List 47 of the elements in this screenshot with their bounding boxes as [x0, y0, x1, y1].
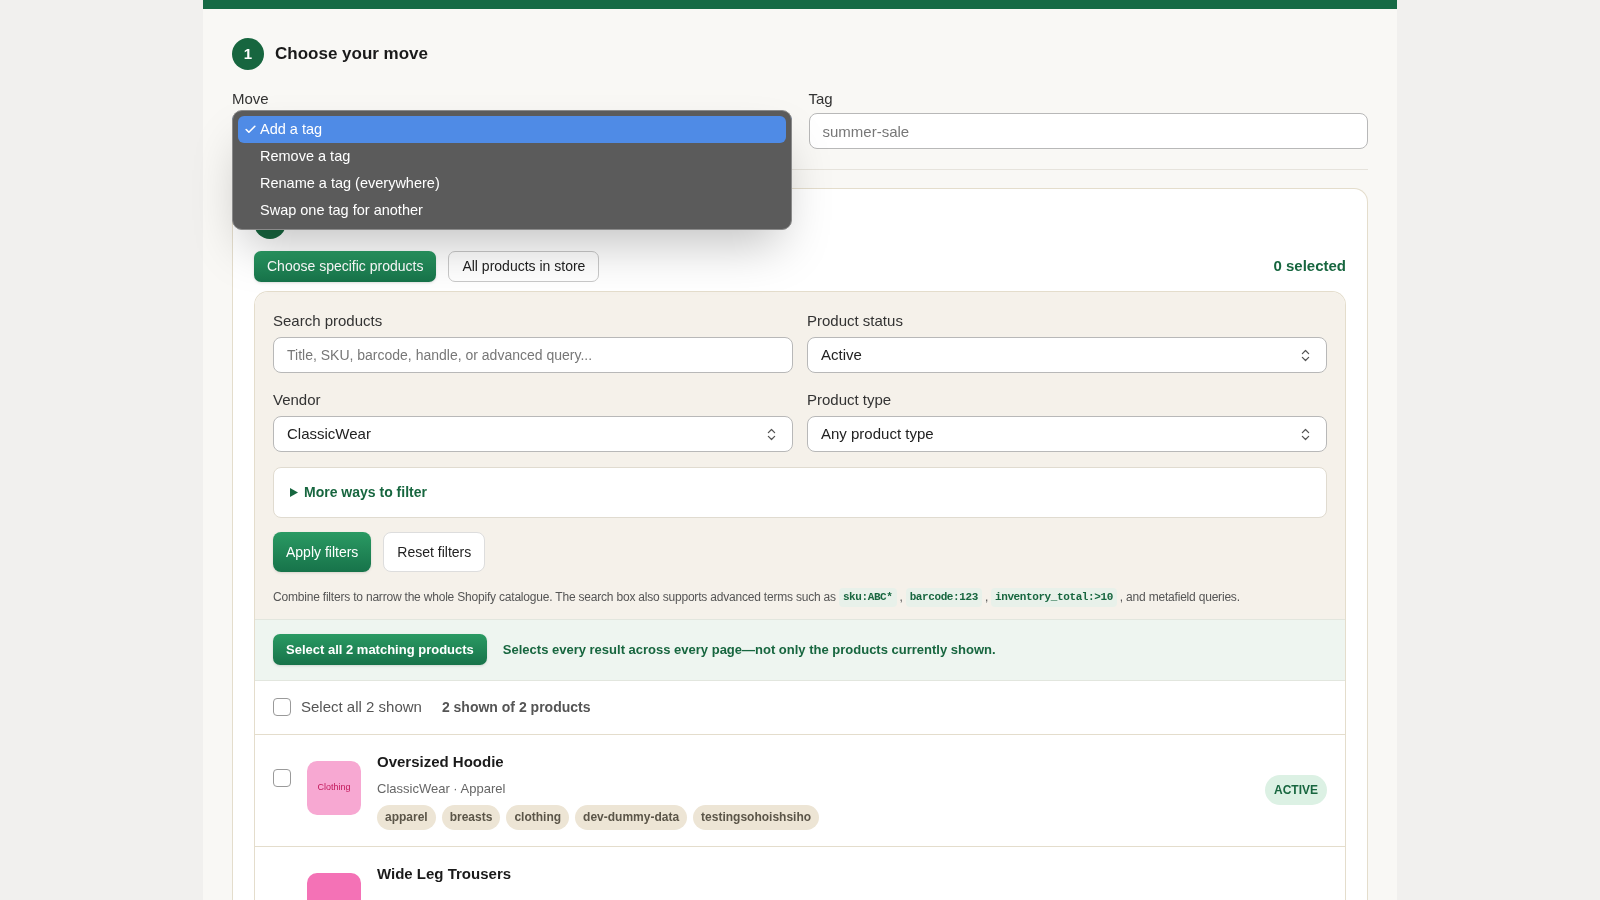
- field-label: Product type: [807, 391, 893, 409]
- menu-option[interactable]: Rename a tag (everywhere): [238, 170, 786, 197]
- menu-option[interactable]: Swap one tag for another: [238, 197, 786, 224]
- select-all-label: Select all 2 shown: [301, 696, 422, 717]
- bulk-note: Selects every result across every page—not only the products currently shown.: [502, 640, 996, 659]
- tag-field[interactable]: summer-sale: [808, 113, 1368, 149]
- search-field[interactable]: Title, SKU, barcode, handle, or advanced query...: [273, 337, 793, 373]
- menu-option[interactable]: Remove a tag: [238, 143, 786, 170]
- apply-button[interactable]: Apply filters: [273, 532, 372, 572]
- select-all-matching-button[interactable]: Select all 2 matching products: [273, 634, 487, 665]
- check-icon: [244, 123, 257, 136]
- field-label: Move: [232, 90, 270, 108]
- field-label: Vendor: [273, 391, 322, 409]
- result-count: 2 shown of 2 products: [441, 697, 591, 717]
- checkbox[interactable]: [273, 768, 291, 787]
- scope-button[interactable]: All products in store: [448, 251, 600, 282]
- product-title: Oversized Hoodie: [377, 751, 505, 772]
- code-term: sku:ABC*: [838, 588, 897, 607]
- help-text: , and metafield queries.: [1119, 589, 1240, 607]
- select-field[interactable]: ClassicWear: [273, 416, 793, 452]
- select-field[interactable]: Active: [807, 337, 1327, 373]
- help-text: ,: [899, 589, 903, 607]
- product-title: Wide Leg Trousers: [377, 863, 513, 884]
- caret-icon: [290, 488, 298, 497]
- status-badge: ACTIVE: [1265, 775, 1327, 805]
- reset-button[interactable]: Reset filters: [383, 532, 486, 572]
- scope-button[interactable]: Choose specific products: [254, 251, 437, 282]
- product-meta: ClassicWear · Apparel: [377, 780, 507, 798]
- section-title: Choose your move: [275, 43, 429, 66]
- help-text: ,: [984, 589, 988, 607]
- tag-chip: breasts: [441, 804, 501, 830]
- checkbox[interactable]: [273, 698, 291, 716]
- selected-count: 0 selected: [1273, 256, 1346, 277]
- more-filters[interactable]: More ways to filter: [273, 467, 1327, 518]
- step-number: 1: [232, 38, 264, 70]
- code-term: barcode:123: [905, 588, 982, 607]
- select-field[interactable]: Any product type: [807, 416, 1327, 452]
- tag-chip: dev-dummy-data: [575, 804, 688, 830]
- field-label: Product status: [807, 312, 904, 330]
- tag-chip: apparel: [377, 804, 436, 830]
- product-thumbnail: Clothing: [307, 760, 361, 815]
- field-label: Search products: [273, 312, 384, 330]
- tag-chip: testingsohoishsiho: [693, 804, 820, 830]
- tag-chip: clothing: [506, 804, 570, 830]
- code-term: inventory_total:>10: [991, 588, 1117, 607]
- help-text: Combine filters to narrow the whole Shopify catalogue. The search box also supports advanced terms such as: [273, 589, 836, 607]
- field-label: Tag: [808, 90, 834, 108]
